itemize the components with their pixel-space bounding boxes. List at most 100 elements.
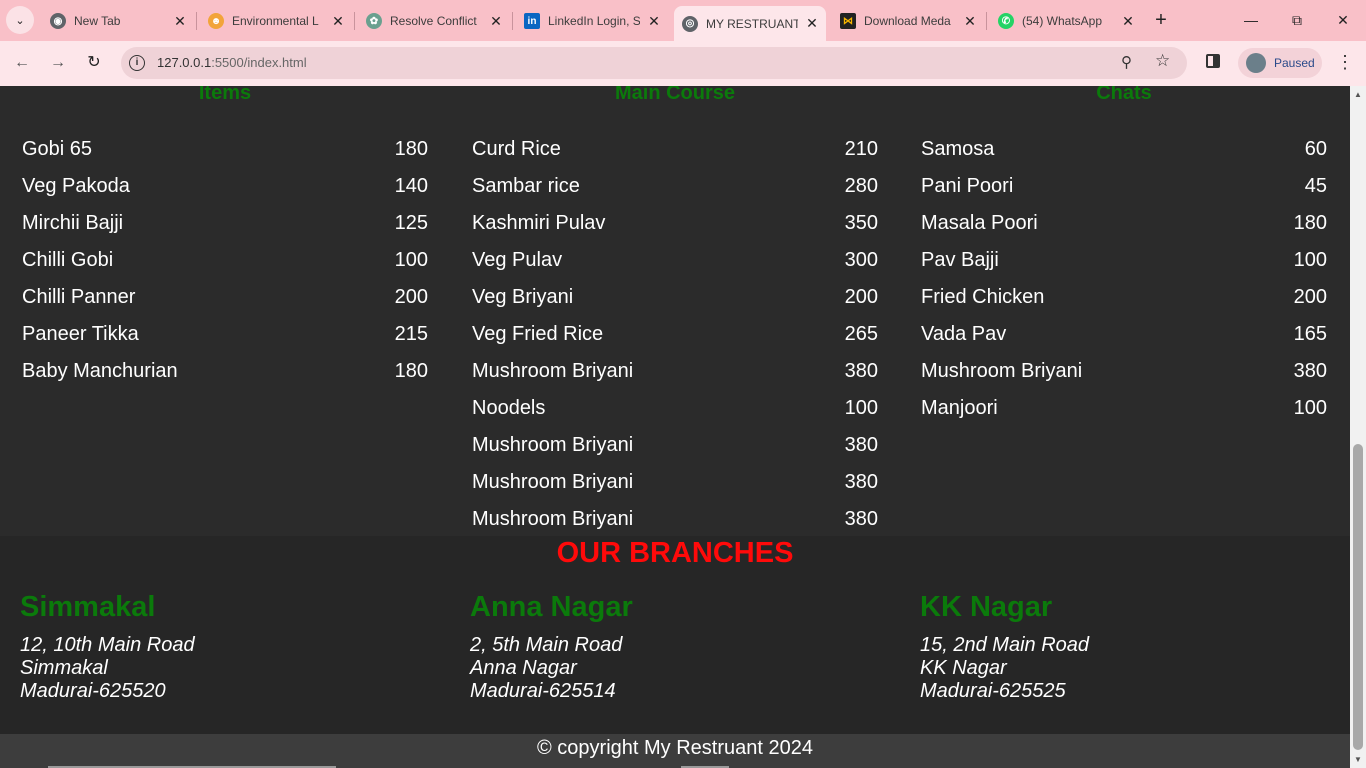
tab-title: MY RESTRUANT — [706, 16, 798, 31]
branch-anna-nagar: Anna Nagar 2, 5th Main Road Anna Nagar M… — [470, 588, 870, 703]
close-tab-icon[interactable]: ✕ — [172, 13, 188, 30]
menu-item-price: 280 — [844, 175, 878, 197]
tab-title: Download Meda — [864, 14, 951, 28]
menu-item: Pani Poori 45 — [921, 168, 1327, 205]
back-button[interactable]: ← — [10, 51, 34, 75]
menu-item-name: Mushroom Briyani — [921, 360, 1083, 382]
scroll-up-arrow-icon[interactable]: ▲ — [1354, 90, 1362, 99]
menu-item-price: 180 — [394, 360, 428, 382]
tab-linkedin[interactable]: in LinkedIn Login, S ✕ — [516, 6, 662, 36]
tab-separator — [512, 12, 513, 30]
scroll-down-arrow-icon[interactable]: ▼ — [1354, 755, 1362, 764]
tab-search-button[interactable]: ⌄ — [6, 6, 34, 34]
close-tab-icon[interactable]: ✕ — [1120, 13, 1136, 30]
menu-item: Masala Poori 180 — [921, 205, 1327, 242]
tab-whatsapp[interactable]: ✆ (54) WhatsApp ✕ — [990, 6, 1136, 36]
tab-title: Environmental L — [232, 14, 319, 28]
menu-item: Samosa 60 — [921, 131, 1327, 168]
menu-item-price: 215 — [394, 323, 428, 345]
tab-resolve-conflict[interactable]: ✿ Resolve Conflict ✕ — [358, 6, 504, 36]
menu-item-price: 100 — [394, 249, 428, 271]
address-line: KK Nagar — [920, 657, 1007, 679]
menu-item: Mushroom Briyani 380 — [472, 464, 878, 501]
menu-item-price: 45 — [1304, 175, 1327, 197]
menu-item: Chilli Gobi 100 — [22, 242, 428, 279]
menu-item-price: 380 — [844, 360, 878, 382]
branch-address: 2, 5th Main Road Anna Nagar Madurai-6255… — [470, 634, 870, 703]
linkedin-icon: in — [524, 13, 540, 29]
address-bar[interactable]: i 127.0.0.1:5500/index.html ⚲ ☆ — [121, 47, 1187, 79]
tab-environmental[interactable]: ☻ Environmental L ✕ — [200, 6, 346, 36]
menu-item: Fried Chicken 200 — [921, 279, 1327, 316]
kebab-menu-icon[interactable]: ⋮ — [1336, 51, 1354, 73]
branches-title: OUR BRANCHES — [556, 537, 794, 569]
menu-item: Gobi 65 180 — [22, 131, 428, 168]
url-text[interactable]: 127.0.0.1:5500/index.html — [157, 55, 307, 70]
menu-item-price: 60 — [1304, 138, 1327, 160]
scrollbar-thumb[interactable] — [1353, 444, 1363, 750]
close-tab-icon[interactable]: ✕ — [804, 15, 820, 32]
tab-download-media[interactable]: ⋈ Download Meda ✕ — [832, 6, 978, 36]
menu-item-name: Masala Poori — [921, 212, 1038, 234]
close-tab-icon[interactable]: ✕ — [962, 13, 978, 30]
menu-item: Paneer Tikka 215 — [22, 316, 428, 353]
menu-item-name: Veg Fried Rice — [472, 323, 604, 345]
tab-separator — [196, 12, 197, 30]
vertical-scrollbar[interactable]: ▲ ▼ — [1350, 86, 1366, 768]
address-line: 12, 10th Main Road — [20, 634, 195, 656]
zoom-icon[interactable]: ⚲ — [1121, 53, 1132, 71]
menu-item-price: 100 — [1293, 249, 1327, 271]
restore-button[interactable]: ⧉ — [1283, 8, 1311, 32]
bookmark-star-icon[interactable]: ☆ — [1155, 51, 1170, 71]
menu-item: Veg Pakoda 140 — [22, 168, 428, 205]
browser-tab-strip: ⌄ ◉ New Tab ✕ ☻ Environmental L ✕ ✿ Reso… — [0, 0, 1366, 41]
copyright-text: © copyright My Restruant 2024 — [537, 737, 813, 759]
menu-item-price: 265 — [844, 323, 878, 345]
menu-item: Mushroom Briyani 380 — [472, 353, 878, 390]
menu-item: Mushroom Briyani 380 — [472, 501, 878, 538]
branch-name: Simmakal — [20, 591, 156, 623]
menu-column-heading: Main Course — [614, 86, 736, 104]
menu-item-price: 180 — [1293, 212, 1327, 234]
menu-item: Mushroom Briyani 380 — [472, 427, 878, 464]
reload-button[interactable]: ↻ — [82, 51, 106, 75]
menu-item: Manjoori 100 — [921, 390, 1327, 427]
new-tab-button[interactable]: + — [1150, 8, 1172, 32]
side-panel-icon[interactable] — [1206, 54, 1220, 68]
menu-list: Samosa 60 Pani Poori 45 Masala Poori 180 Pa… — [921, 131, 1327, 427]
tab-title: Resolve Conflict — [390, 14, 477, 28]
menu-item-name: Paneer Tikka — [22, 323, 139, 345]
site-info-icon[interactable]: i — [129, 55, 145, 71]
menu-item-price: 380 — [844, 471, 878, 493]
menu-item: Curd Rice 210 — [472, 131, 878, 168]
menu-item: Veg Briyani 200 — [472, 279, 878, 316]
forward-button[interactable]: → — [46, 51, 70, 75]
tab-my-restruant[interactable]: ◎ MY RESTRUANT ✕ — [674, 6, 826, 41]
menu-item-price: 350 — [844, 212, 878, 234]
address-line: 2, 5th Main Road — [470, 634, 623, 656]
menu-column-chats: Chats Samosa 60 Pani Poori 45 Masala Poori… — [921, 86, 1327, 427]
close-tab-icon[interactable]: ✕ — [330, 13, 346, 30]
address-line: Anna Nagar — [470, 657, 577, 679]
url-host: 127.0.0.1 — [157, 55, 212, 70]
tab-title: (54) WhatsApp — [1022, 14, 1103, 28]
close-window-button[interactable]: ✕ — [1329, 8, 1357, 32]
menu-column-main-course: Main Course Curd Rice 210 Sambar rice 280 … — [472, 86, 878, 538]
profile-button[interactable]: Paused — [1238, 48, 1322, 78]
branch-simmakal: Simmakal 12, 10th Main Road Simmakal Mad… — [20, 588, 420, 703]
menu-item-name: Chilli Panner — [22, 286, 136, 308]
menu-column-heading: Items — [198, 86, 252, 104]
menu-item: Mirchii Bajji 125 — [22, 205, 428, 242]
close-tab-icon[interactable]: ✕ — [646, 13, 662, 30]
arrow-left-icon: ← — [14, 54, 30, 71]
menu-item-name: Gobi 65 — [22, 138, 93, 160]
menu-item-name: Veg Pakoda — [22, 175, 130, 197]
close-tab-icon[interactable]: ✕ — [488, 13, 504, 30]
avatar — [1246, 53, 1266, 73]
menu-item-name: Kashmiri Pulav — [472, 212, 606, 234]
menu-item: Veg Fried Rice 265 — [472, 316, 878, 353]
tab-new-tab[interactable]: ◉ New Tab ✕ — [42, 6, 188, 36]
menu-item-name: Mushroom Briyani — [472, 434, 634, 456]
minimize-button[interactable]: — — [1237, 8, 1265, 32]
menu-item-price: 210 — [844, 138, 878, 160]
